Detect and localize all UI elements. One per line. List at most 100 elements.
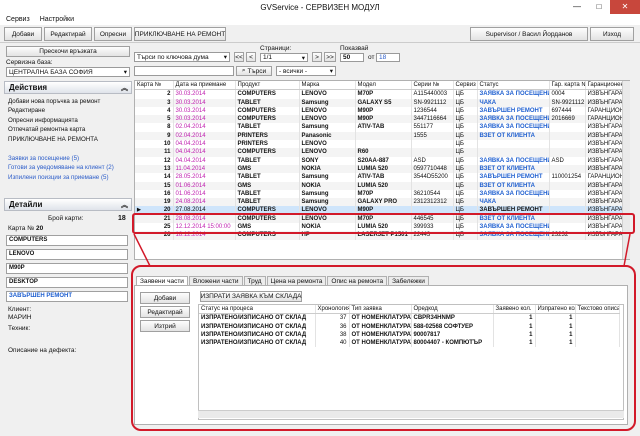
col-serial[interactable]: Серии № — [411, 81, 454, 91]
col-warranty[interactable]: Гаранционен — [585, 81, 624, 91]
cell-svc: ЦБ — [453, 115, 478, 124]
action-finish-repair[interactable]: ПРИКЛЮЧВАНЕ НА РЕМОНТА — [8, 135, 100, 144]
defect-label: Описание на дефекта: — [8, 347, 77, 354]
window-title: GVService - СЕРВИЗЕН МОДУЛ — [260, 2, 380, 12]
cell-gar — [549, 164, 586, 174]
action-refresh[interactable]: Опресни информацията — [8, 116, 100, 125]
cell-id: 9 — [135, 131, 174, 141]
details-title: Детайли — [9, 200, 43, 209]
cell-svc: ЦБ — [453, 131, 478, 141]
card-label: Карта № — [8, 225, 35, 232]
cell-product: GMS — [235, 164, 300, 174]
table-row[interactable]: 11 04.04.2014 COMPUTERS LENOVO R60 ЦБ ИЗВЪНГАР… — [135, 148, 624, 157]
cell-brand: LENOVO — [299, 148, 356, 157]
cell-model: GALAXY PRO — [355, 198, 412, 207]
page-select[interactable]: 1/1 ▾ — [260, 53, 308, 62]
cell-status: ЗАЯВКА ЗА ПОСЕЩЕНИЕ — [477, 115, 550, 124]
col-model[interactable]: Модел — [355, 81, 412, 91]
cell-warr: ГАРАНЦИОНЕН — [585, 173, 624, 182]
table-row[interactable]: 9 02.04.2014 PRINTERS Panasonic 1555 ЦБ ВЗЕТ О… — [135, 131, 624, 141]
refresh-button[interactable]: Опресни — [94, 27, 132, 41]
action-print-card[interactable]: Отпечатай ремонтна карта — [8, 125, 100, 134]
table-row[interactable]: 12 04.04.2014 TABLET SONY S20AA-887 ASD ЦБ ЗАЯВ… — [135, 156, 624, 165]
search-button-label: Търси — [247, 67, 267, 75]
user-button[interactable]: Supervisor / Васил Йорданов — [470, 27, 588, 41]
prev-page-button[interactable]: < — [246, 52, 256, 62]
add-button[interactable]: Добави — [4, 27, 42, 41]
col-warranty-card[interactable]: Гар. карта № — [549, 81, 586, 91]
action-add-order[interactable]: Добави нова поръчка за ремонт — [8, 97, 100, 106]
service-base-select[interactable]: ЦЕНТРАЛНА БАЗА СОФИЯ ▾ — [6, 67, 130, 77]
cell-brand: Samsung — [299, 98, 356, 107]
link-ready-notify[interactable]: Готови за уведомяване на клиент (2) — [8, 163, 114, 172]
cell-brand: NOKIA — [299, 181, 356, 190]
details-panel-header[interactable]: Детайли ︽ — [4, 198, 132, 211]
col-service[interactable]: Сервиз — [453, 81, 478, 91]
next-page-button[interactable]: > — [312, 52, 322, 62]
cell-gar — [549, 189, 586, 199]
cell-gar: ASD — [549, 156, 586, 165]
cell-status: ЗАЯВКА ЗА ПОСЕЩЕНИЕ — [477, 189, 550, 199]
pages-label: Страници: — [260, 45, 292, 52]
cell-svc: ЦБ — [453, 198, 478, 207]
table-row[interactable]: 15 01.06.2014 GMS NOKIA LUMIA 520 ЦБ ВЗЕТ ОТ К… — [135, 181, 624, 190]
maximize-button[interactable]: □ — [588, 0, 610, 14]
cell-gar — [549, 198, 586, 207]
finish-repair-button[interactable]: ПРИКЛЮЧВАНЕ НА РЕМОНТ — [134, 27, 226, 41]
table-row[interactable]: 5 30.03.2014 COMPUTERS LENOVO M90P 3447116664… — [135, 115, 624, 124]
action-edit[interactable]: Редактиране — [8, 106, 100, 115]
edit-button[interactable]: Редактирай — [44, 27, 92, 41]
exit-button[interactable]: Изход — [590, 27, 634, 41]
detail-type: DESKTOP — [6, 277, 128, 288]
cell-svc: ЦБ — [453, 148, 478, 157]
menu-settings[interactable]: Настройки — [40, 14, 74, 25]
first-page-button[interactable]: << — [234, 52, 244, 62]
table-row[interactable]: 8 02.04.2014 TABLET Samsung ATIV-TAB 551177 ЦБ… — [135, 123, 624, 132]
col-card-no[interactable]: Карта № — [135, 81, 174, 91]
cell-warr: ИЗВЪНГАРАН — [585, 189, 624, 199]
collapse-icon[interactable]: ︽ — [121, 83, 128, 93]
cell-model: ATIV-TAB — [355, 123, 412, 132]
table-row[interactable]: 2 30.03.2014 COMPUTERS LENOVO M70P A115440003… — [135, 89, 624, 99]
cell-svc: ЦБ — [453, 189, 478, 199]
cell-gar: 2016669 — [549, 115, 586, 124]
chevron-down-icon: ▾ — [329, 68, 333, 75]
cell-serial: 1236544 — [411, 106, 454, 116]
shown-input[interactable]: 50 — [340, 53, 364, 62]
table-row[interactable]: 16 01.06.2014 TABLET Samsung M70P 36210544 ЦБ З… — [135, 189, 624, 199]
link-visit-requests[interactable]: Заявки за посещение (5) — [8, 154, 114, 163]
table-row[interactable]: 1004.04.2014PRINTERSLENOVO ЦБ ИЗВЪНГАРАН — [135, 140, 624, 149]
collapse-icon[interactable]: ︽ — [121, 200, 128, 210]
col-brand[interactable]: Марка — [299, 81, 356, 91]
search-mode-select[interactable]: Търси по ключова дума ▾ — [134, 52, 230, 62]
last-page-button[interactable]: >> — [324, 52, 336, 62]
search-scope-select[interactable]: - всички - ▾ — [276, 66, 336, 76]
link-positions-accept[interactable]: Изпилени поизции за приемане (5) — [8, 173, 114, 182]
table-row[interactable]: 13 11.04.2014 GMS NOKIA LUMIA 520 0597710448 Ц… — [135, 164, 624, 174]
service-base-label: Сервизна база: — [6, 59, 53, 66]
actions-panel-header[interactable]: Действия ︽ — [4, 81, 132, 94]
table-row[interactable]: 3 30.03.2014 TABLET Samsung GALAXY S5 SN-9921… — [135, 98, 624, 107]
col-product[interactable]: Продукт — [235, 81, 300, 91]
col-date[interactable]: Дата на приемане — [173, 81, 236, 91]
cell-product: TABLET — [235, 123, 300, 132]
cell-warr: ИЗВЪНГАРАН — [585, 148, 624, 157]
menu-service[interactable]: Сервиз — [6, 14, 30, 25]
search-scope-value: - всички - — [279, 67, 308, 75]
close-button[interactable]: ✕ — [610, 0, 640, 14]
cell-warr: ГАРАНЦИОНЕН — [585, 115, 624, 124]
cell-warr: ИЗВЪНГАРАН — [585, 131, 624, 141]
col-status[interactable]: Статус — [477, 81, 550, 91]
table-row[interactable]: 4 30.03.2014 COMPUTERS LENOVO M90P 1236544 ЦБ З… — [135, 106, 624, 116]
table-row[interactable]: 14 28.05.2014 TABLET Samsung ATIV-TAB 3544D55… — [135, 173, 624, 182]
cell-product: COMPUTERS — [235, 148, 300, 157]
cell-status: ЗАВЪРШЕН РЕМОНТ — [477, 106, 550, 116]
search-button[interactable]: ⌕ Търси — [236, 66, 272, 76]
cell-warr: ИЗВЪНГАРАН — [585, 98, 624, 107]
search-input[interactable] — [134, 66, 234, 76]
table-row[interactable]: 19 24.08.2014 TABLET Samsung GALAXY PRO 23123… — [135, 198, 624, 207]
skip-link-button[interactable]: Прескочи връзката — [6, 46, 130, 57]
cell-serial: 2312312312 — [411, 198, 454, 207]
cell-serial: 0597710448 — [411, 164, 454, 174]
minimize-button[interactable]: — — [566, 0, 588, 14]
